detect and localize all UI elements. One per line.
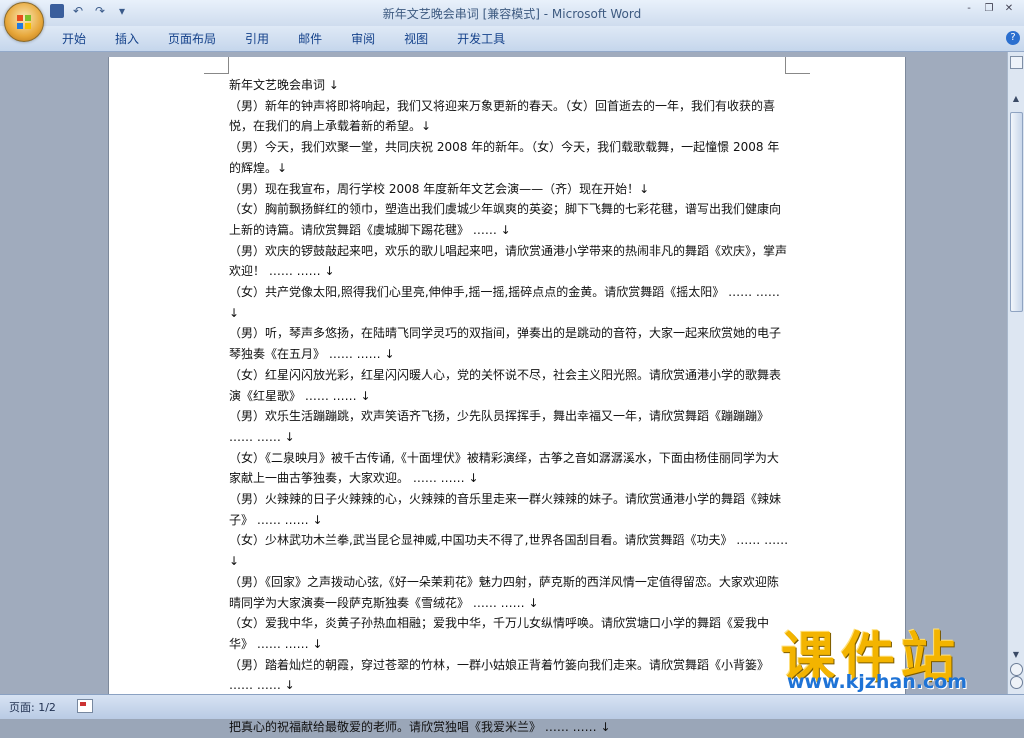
document-body[interactable]: 新年文艺晚会串词 ↓ （男）新年的钟声将即将响起，我们又将迎来万象更新的春天。（… (229, 75, 789, 738)
tab-page-layout[interactable]: 页面布局 (156, 30, 228, 47)
paragraph: （男）听，琴声多悠扬，在陆晴飞同学灵巧的双指间，弹奏出的是跳动的音符，大家一起来… (229, 326, 782, 362)
tab-view[interactable]: 视图 (392, 30, 440, 47)
status-bar: 页面: 1/2 (0, 694, 1024, 719)
paragraph: （女）共产党像太阳,照得我们心里亮,伸伸手,摇一摇,摇碎点点的金黄。请欣赏舞蹈《… (229, 285, 780, 320)
window-title: 新年文艺晚会串词 [兼容模式] - Microsoft Word (382, 7, 642, 21)
proofing-status-icon[interactable] (77, 699, 93, 713)
paragraph: （男）新年的钟声将即将响起，我们又将迎来万象更新的春天。（女）回首逝去的一年，我… (229, 98, 776, 134)
paragraph: （男）火辣辣的日子火辣辣的心，火辣辣的音乐里走来一群火辣辣的妹子。请欣赏通港小学… (229, 492, 782, 527)
scrollbar-thumb[interactable] (1010, 112, 1023, 312)
paragraph: （男）今天，我们欢聚一堂，共同庆祝 2008 年的新年。（女）今天，我们载歌载舞… (229, 140, 780, 175)
tab-home[interactable]: 开始 (50, 30, 98, 47)
office-logo-icon (17, 15, 31, 29)
minimize-button[interactable]: - (960, 2, 978, 16)
close-button[interactable]: ✕ (1000, 2, 1018, 16)
help-icon[interactable]: ? (1006, 31, 1020, 45)
window-controls: - ❐ ✕ (960, 2, 1018, 16)
paragraph: （男）《回家》之声拨动心弦,《好一朵茉莉花》魅力四射，萨克斯的西洋风情一定值得留… (229, 574, 779, 610)
restore-button[interactable]: ❐ (980, 2, 998, 16)
paragraph: （女）红星闪闪放光彩，红星闪闪暖人心，党的关怀说不尽，社会主义阳光照。请欣赏通港… (229, 367, 782, 403)
office-button[interactable] (4, 2, 44, 42)
page-indicator[interactable]: 页面: 1/2 (9, 699, 56, 715)
tab-review[interactable]: 审阅 (339, 30, 387, 47)
tab-developer[interactable]: 开发工具 (445, 30, 517, 47)
ruler-toggle-button[interactable] (1010, 56, 1023, 69)
margin-corner-mark (785, 57, 810, 74)
ribbon-tabs: 开始 插入 页面布局 引用 邮件 审阅 视图 开发工具 (50, 26, 522, 51)
paragraph: （女）少林武功木兰拳,武当昆仑显神威,中国功夫不得了,世界各国刮目看。请欣赏舞蹈… (229, 533, 789, 569)
scroll-up-icon[interactable]: ▲ (1008, 92, 1024, 106)
ribbon: 开始 插入 页面布局 引用 邮件 审阅 视图 开发工具 ? (0, 26, 1024, 52)
paragraph: （男）欢庆的锣鼓敲起来吧，欢乐的歌儿唱起来吧，请欣赏通港小学带来的热闹非凡的舞蹈… (229, 243, 788, 279)
paragraph: （女）爱我中华，炎黄子孙热血相融；爱我中华，千万儿女纵情呼唤。请欣赏塘口小学的舞… (229, 616, 770, 651)
title-bar: ↶ ↷ ▾ 新年文艺晚会串词 [兼容模式] - Microsoft Word -… (0, 0, 1024, 26)
tab-references[interactable]: 引用 (233, 30, 281, 47)
margin-corner-mark (204, 57, 229, 74)
tab-mailings[interactable]: 邮件 (286, 30, 334, 47)
paragraph: （男）踏着灿烂的朝霞，穿过苍翠的竹林，一群小姑娘正背着竹篓向我们走来。请欣赏舞蹈… (229, 657, 770, 693)
vertical-scrollbar[interactable]: ▲ ▼ (1007, 52, 1024, 694)
paragraph: （女）《二泉映月》被千古传诵,《十面埋伏》被精彩演绎，古筝之音如潺潺溪水，下面由… (229, 450, 779, 486)
document-heading: 新年文艺晚会串词 ↓ (229, 78, 339, 92)
paragraph: （女）胸前飘扬鲜红的领巾，塑造出我们虞城少年飒爽的英姿；脚下飞舞的七彩花毽，谱写… (229, 202, 782, 237)
paragraph: （男）欢乐生活蹦蹦跳，欢声笑语齐飞扬，少先队员挥挥手，舞出幸福又一年，请欣赏舞蹈… (229, 409, 770, 444)
tab-insert[interactable]: 插入 (103, 30, 151, 47)
paragraph: （男）现在我宣布，周行学校 2008 年度新年文艺会演——（齐）现在开始！↓ (229, 181, 650, 196)
watermark-url: www.kjzhan.com (787, 671, 968, 693)
watermark-logo: 课件站 www.kjzhan.com (775, 613, 1024, 693)
